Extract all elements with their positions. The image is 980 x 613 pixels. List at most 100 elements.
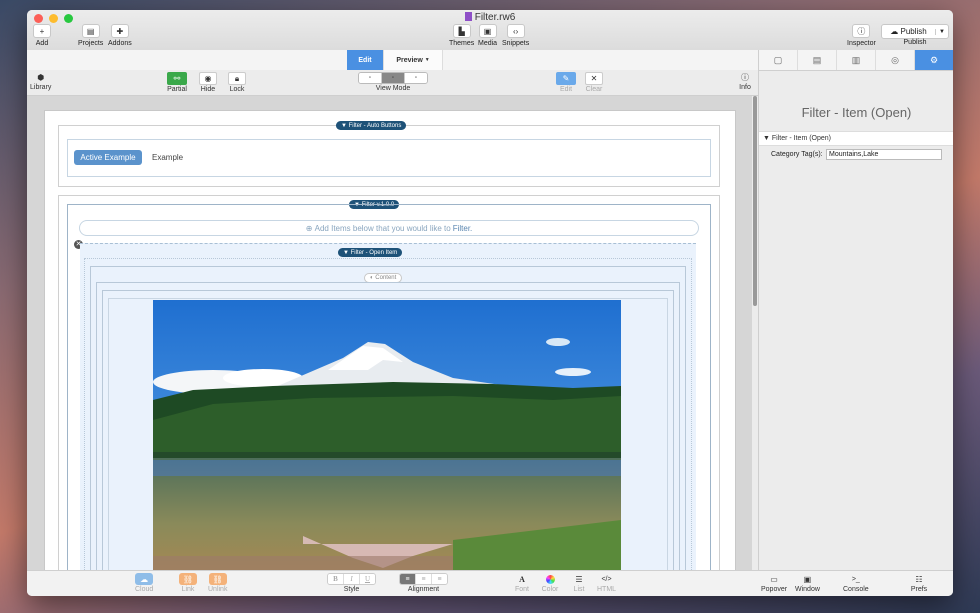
view-mode-wide[interactable]: ▫ [405, 73, 427, 83]
add-button[interactable]: + Add [33, 24, 51, 47]
media-button[interactable]: ▣ Media [478, 24, 497, 47]
chevron-down-icon[interactable]: ▼ [935, 28, 948, 35]
style-icon: ▥ [851, 54, 861, 65]
font-button[interactable]: A Font [513, 573, 531, 594]
image-icon: ▣ [478, 24, 497, 38]
eye-icon: ◉ [199, 72, 217, 85]
console-button[interactable]: >_ Console [843, 573, 869, 594]
mode-tab-bar: Edit Preview ▼ [27, 50, 758, 71]
align-left-button[interactable]: ≡ [400, 574, 416, 584]
terminal-icon: >_ [851, 575, 860, 583]
editor-canvas[interactable]: ▼ Filter - Auto Buttons Active Example E… [27, 96, 758, 570]
list-icon: ☰ [575, 574, 583, 584]
align-center-button[interactable]: ≡ [416, 574, 432, 584]
gear-icon: ⚙ [929, 54, 939, 65]
themes-icon: ▙ [452, 24, 471, 38]
window-title: Filter.rw6 [27, 12, 953, 23]
tab-layout-inspector[interactable]: ▤ [798, 50, 837, 70]
document-icon [464, 12, 472, 21]
filter-icon: ▼ [343, 249, 349, 256]
style-segments: B I U [327, 573, 376, 585]
info-icon: ⓘ [852, 24, 871, 38]
open-item-stack[interactable]: ▼ Filter - Open Item ◐ Content [80, 243, 696, 570]
alignment-control: ≡ ≡ ≡ Alignment [399, 573, 448, 593]
italic-button[interactable]: I [344, 574, 360, 584]
tab-preview[interactable]: Preview ▼ [383, 50, 443, 70]
view-mode-narrow[interactable]: ▫ [359, 73, 382, 83]
plus-circle-icon: ⊕ [305, 223, 313, 233]
content-icon: ◐ [370, 275, 374, 281]
tab-stack-inspector[interactable]: ⚙ [915, 50, 953, 70]
filter-icon: ▼ [341, 122, 347, 129]
view-mode-medium[interactable]: ▫ [382, 73, 405, 83]
scrollbar-thumb[interactable] [753, 96, 757, 306]
inspector-panel: Filter - Item (Open) ▼ Filter - Item (Op… [758, 71, 953, 570]
inspector-button[interactable]: ⓘ Inspector [847, 24, 876, 47]
edit-toolbar: ⬢ Library ⚯ Partial ◉ Hide 🔒︎ Lock ▫ ▫ ▫ Vie… [27, 70, 758, 96]
clear-button[interactable]: ✕ Clear [585, 72, 603, 93]
cloud-icon: ☁ [135, 573, 154, 585]
library-button[interactable]: ⬢ Library [30, 72, 51, 91]
code-icon: ‹› [506, 24, 525, 38]
cloud-button[interactable]: ☁ Cloud [135, 573, 153, 593]
page-content: ▼ Filter - Auto Buttons Active Example E… [44, 110, 736, 570]
color-button[interactable]: Color [541, 573, 559, 593]
align-right-button[interactable]: ≡ [432, 574, 447, 584]
partial-icon: ⚯ [167, 72, 187, 85]
window-button[interactable]: ▣ Window [795, 573, 820, 594]
link-button[interactable]: ⛓ Link [179, 573, 197, 593]
title-bar: Filter.rw6 + Add ▤ Projects ✚ Addons ▙ Theme… [27, 10, 953, 51]
font-icon: A [519, 574, 525, 584]
partial-button[interactable]: ⚯ Partial [167, 72, 187, 93]
tab-settings-inspector[interactable]: ◎ [876, 50, 915, 70]
snippets-button[interactable]: ‹› Snippets [502, 24, 529, 47]
active-example-button[interactable]: Active Example [74, 150, 142, 165]
info-button[interactable]: ⓘ Info [737, 72, 753, 91]
themes-button[interactable]: ▙ Themes [449, 24, 474, 47]
pencil-icon: ✎ [556, 72, 576, 85]
tab-style-inspector[interactable]: ▥ [837, 50, 876, 70]
puzzle-icon: ✚ [110, 24, 129, 38]
category-tags-input[interactable]: Mountains,Lake [826, 149, 942, 160]
info-icon: ⓘ [741, 73, 749, 82]
projects-button[interactable]: ▤ Projects [78, 24, 103, 47]
unlink-button[interactable]: ⛓ Unlink [208, 573, 227, 593]
add-items-hint: ⊕ Add Items below that you would like to… [79, 220, 699, 236]
settings-icon: ◎ [891, 54, 899, 65]
prefs-button[interactable]: ☷ Prefs [910, 573, 928, 594]
inspector-section-header[interactable]: ▼ Filter - Item (Open) [759, 131, 953, 146]
lock-button[interactable]: 🔒︎ Lock [228, 72, 246, 93]
example-button[interactable]: Example [152, 150, 183, 165]
tab-page-inspector[interactable]: ▢ [759, 50, 798, 70]
view-mode-segments: ▫ ▫ ▫ [358, 72, 428, 84]
projects-icon: ▤ [81, 24, 100, 38]
chevron-down-icon: ▼ [424, 57, 430, 63]
color-wheel-icon [541, 573, 559, 585]
html-button[interactable]: </> HTML [597, 573, 616, 594]
underline-button[interactable]: U [360, 574, 375, 584]
publish-group: ☁ Publish ▼ Publish [881, 24, 949, 46]
category-tags-label: Category Tag(s): [771, 151, 823, 158]
tab-edit[interactable]: Edit [347, 50, 383, 70]
mountain-lake-image[interactable] [153, 300, 621, 570]
auto-buttons-stack[interactable]: ▼ Filter - Auto Buttons Active Example E… [58, 121, 720, 187]
view-mode-control: ▫ ▫ ▫ View Mode [358, 72, 428, 92]
filter-container: ⊕ Add Items below that you would like to… [67, 204, 711, 570]
bold-button[interactable]: B [328, 574, 344, 584]
popover-icon: ▭ [770, 574, 778, 584]
addons-button[interactable]: ✚ Addons [108, 24, 132, 47]
popover-button[interactable]: ▭ Popover [761, 573, 787, 594]
filter-open-item-label: ▼ Filter - Open Item [338, 248, 403, 257]
filter-auto-buttons-label: ▼ Filter - Auto Buttons [336, 121, 407, 130]
format-bar: ☁ Cloud ⛓ Link ⛓ Unlink B I U Style ≡ ≡ ≡ A… [27, 570, 953, 596]
disclosure-triangle-icon[interactable]: ▼ [763, 135, 770, 142]
sliders-icon: ☷ [915, 574, 923, 584]
lock-icon: 🔒︎ [228, 72, 246, 85]
cube-icon: ⬢ [37, 73, 45, 82]
edit-button[interactable]: ✎ Edit [556, 72, 576, 93]
inspector-title: Filter - Item (Open) [801, 105, 912, 120]
filter-stack[interactable]: ▼ Filter v.1.0.0 ⊕ Add Items below that … [58, 195, 720, 570]
hide-button[interactable]: ◉ Hide [199, 72, 217, 93]
publish-button[interactable]: ☁ Publish ▼ [881, 24, 949, 39]
list-button[interactable]: ☰ List [570, 573, 588, 594]
